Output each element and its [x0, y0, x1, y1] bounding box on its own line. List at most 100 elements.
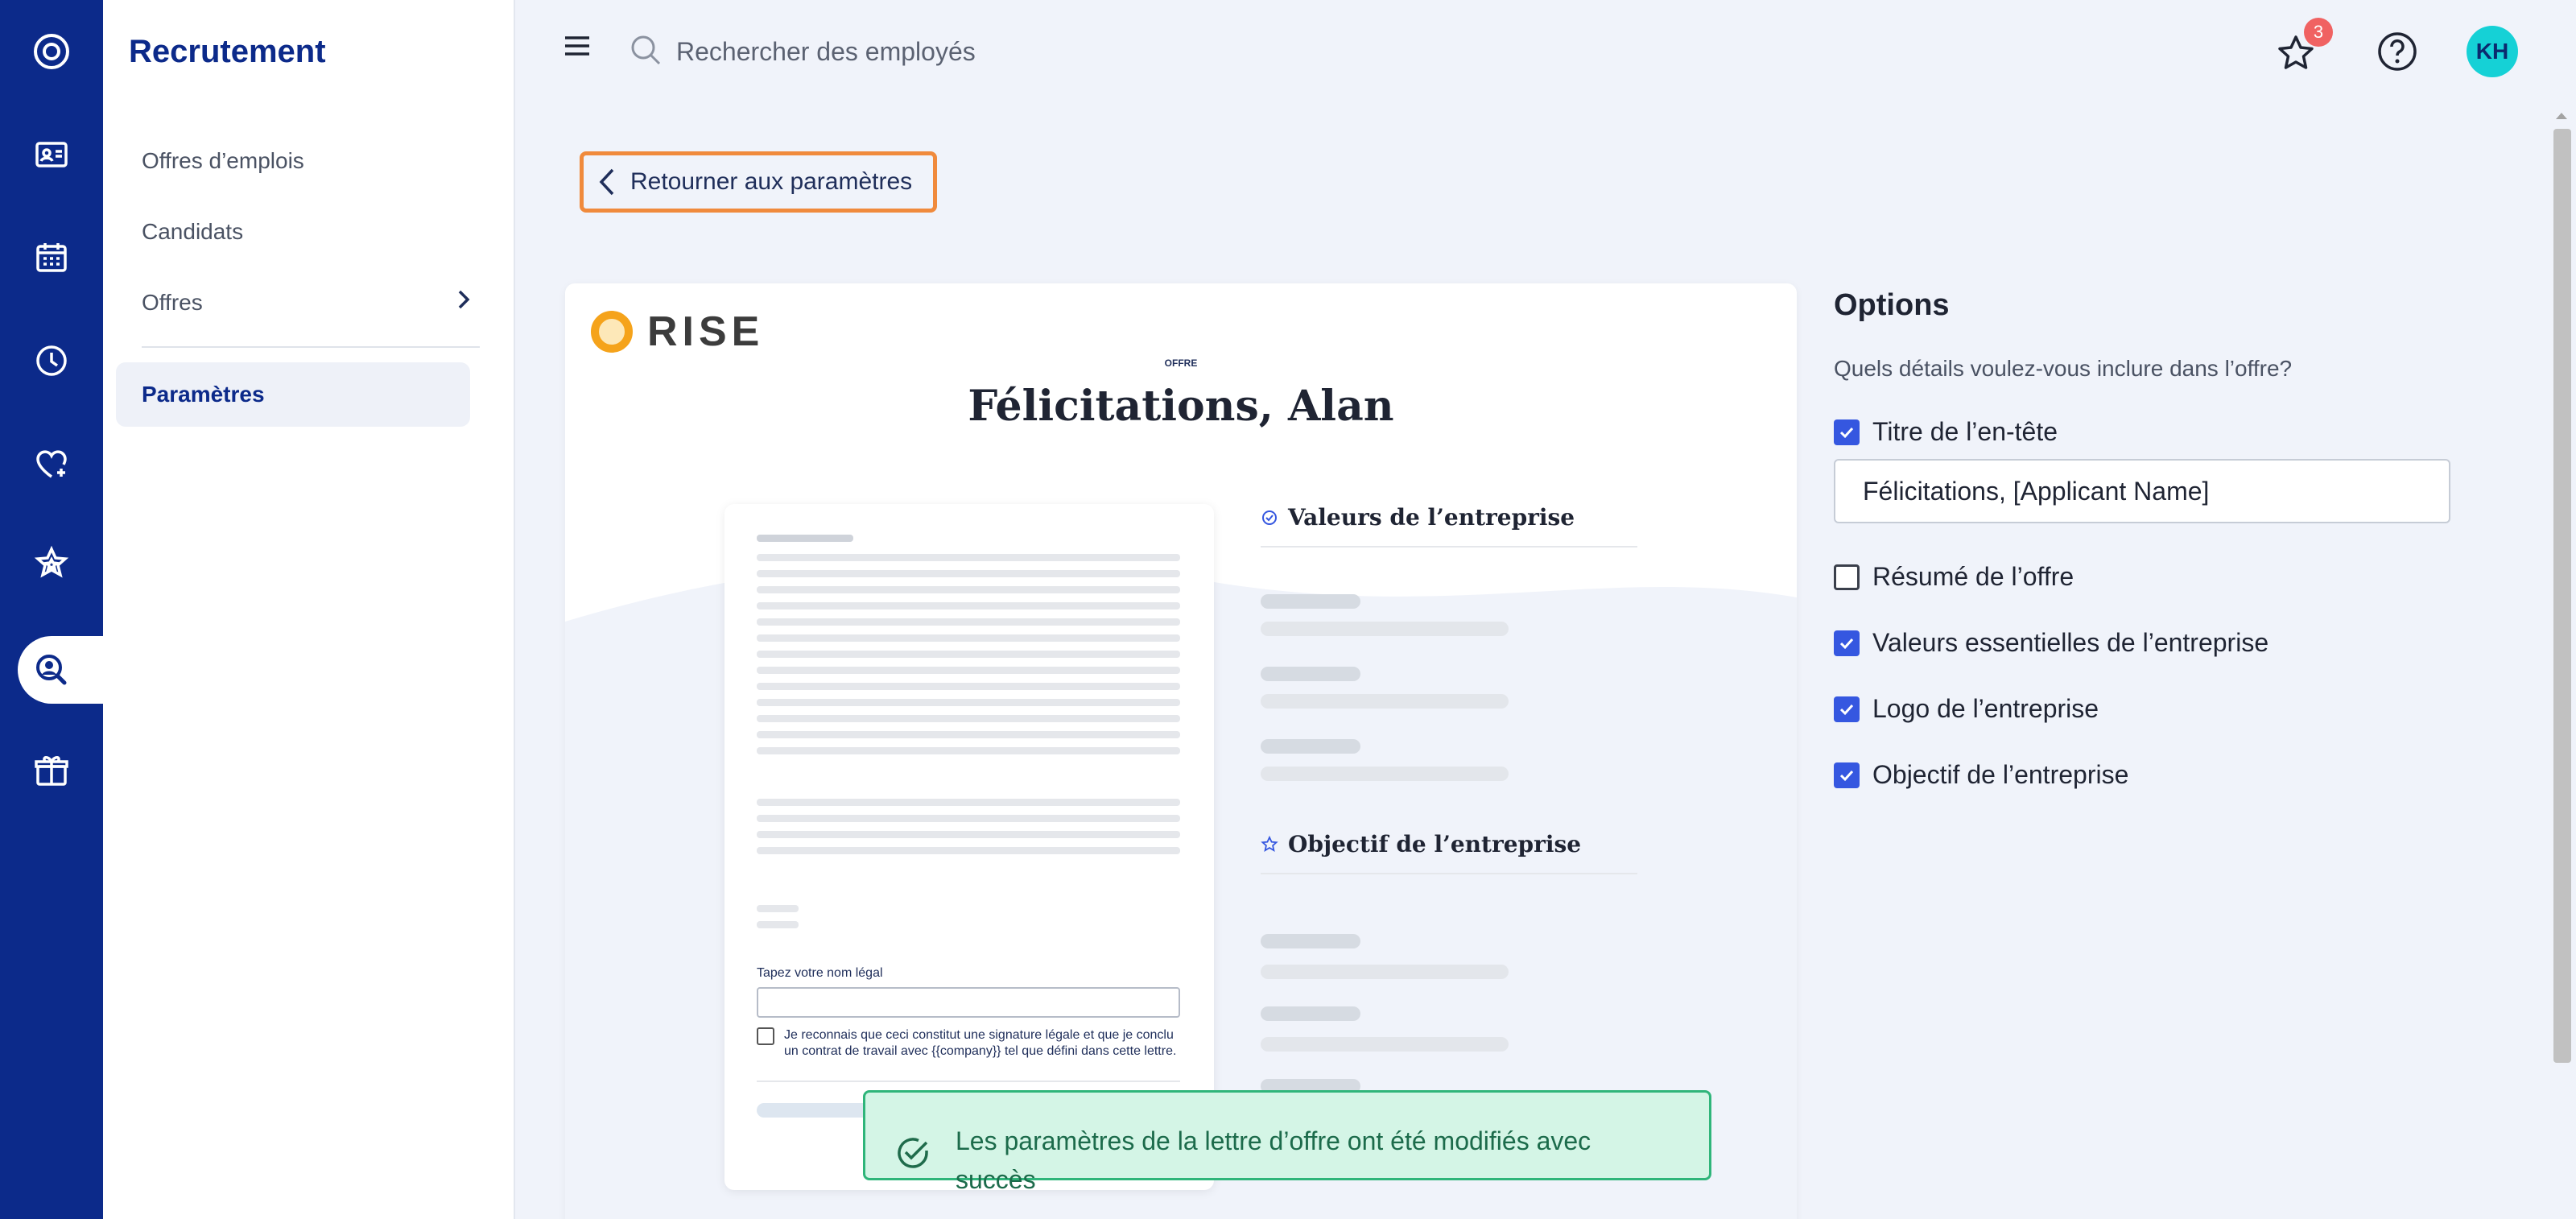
text-placeholder: [757, 667, 1180, 674]
back-to-settings-button[interactable]: Retourner aux paramètres: [580, 151, 937, 213]
text-placeholder: [757, 651, 1180, 658]
company-values-section: Valeurs de l’entreprise: [1261, 504, 1575, 531]
text-placeholder: [1261, 1037, 1509, 1052]
option-header-title[interactable]: Titre de l’en-tête: [1834, 417, 2058, 447]
option-offer-summary[interactable]: Résumé de l’offre: [1834, 562, 2074, 592]
text-placeholder: [757, 634, 1180, 642]
sidebar-item-settings[interactable]: Paramètres: [116, 362, 470, 427]
recruitment-search-icon[interactable]: [19, 638, 84, 702]
signature-label: Tapez votre nom légal: [757, 966, 883, 980]
search-icon: [631, 35, 661, 65]
sidebar-title: Recrutement: [129, 34, 326, 69]
back-button-label: Retourner aux paramètres: [630, 168, 913, 195]
signature-input-preview: [757, 987, 1180, 1018]
check-icon: [1839, 427, 1854, 438]
app-rail: [0, 0, 103, 1219]
logo-circle-icon: [591, 311, 633, 353]
check-icon: [1839, 638, 1854, 649]
text-placeholder: [757, 683, 1180, 690]
check-icon: [1839, 704, 1854, 715]
text-placeholder: [1261, 934, 1360, 948]
section-divider: [1261, 873, 1637, 874]
company-values-title: Valeurs de l’entreprise: [1288, 504, 1575, 531]
checkbox-checked[interactable]: [1834, 696, 1860, 722]
checkbox-checked[interactable]: [1834, 419, 1860, 445]
text-placeholder: [757, 618, 1180, 626]
text-placeholder: [757, 921, 799, 928]
check-circle-icon: [898, 1138, 928, 1168]
signature-divider: [757, 1081, 1180, 1082]
heart-plus-icon[interactable]: [19, 432, 84, 496]
scrollbar-thumb[interactable]: [2553, 129, 2571, 1063]
header-title-input[interactable]: [1834, 459, 2450, 523]
text-placeholder: [1261, 767, 1509, 781]
toast-message: Les paramètres de la lettre d’offre ont …: [956, 1126, 1591, 1194]
option-label: Valeurs essentielles de l’entreprise: [1872, 628, 2269, 657]
gift-box-icon[interactable]: [19, 739, 84, 804]
recruitment-sidebar: Recrutement Offres d’emplois Candidats O…: [103, 0, 515, 1219]
employee-search-input[interactable]: [676, 31, 1159, 72]
text-placeholder: [1261, 594, 1360, 609]
scroll-up-arrow-icon[interactable]: [2553, 110, 2570, 122]
notification-badge: 3: [2304, 18, 2333, 47]
option-company-values[interactable]: Valeurs essentielles de l’entreprise: [1834, 628, 2268, 658]
sidebar-item-candidates[interactable]: Candidats: [142, 219, 243, 245]
sidebar-item-job-offers[interactable]: Offres d’emplois: [142, 148, 304, 174]
company-logo: RISE: [591, 308, 764, 356]
signature-acknowledgement: Je reconnais que ceci constitut une sign…: [784, 1028, 1177, 1058]
offer-letter-preview: RISE OFFRE Félicitations, Alan Tapez vot…: [565, 283, 1797, 1219]
text-placeholder: [1261, 1006, 1360, 1021]
checkbox-checked[interactable]: [1834, 630, 1860, 656]
option-label: Objectif de l’entreprise: [1872, 760, 2129, 789]
check-icon: [1839, 770, 1854, 781]
options-title: Options: [1834, 288, 1950, 322]
text-placeholder: [757, 715, 1180, 722]
letter-body-card: Tapez votre nom légal Je reconnais que c…: [724, 504, 1214, 1190]
star-award-icon[interactable]: [19, 531, 84, 596]
text-placeholder: [757, 535, 853, 542]
clock-icon[interactable]: [19, 329, 84, 393]
text-placeholder: [757, 554, 1180, 561]
text-placeholder: [1261, 739, 1360, 754]
option-label: Logo de l’entreprise: [1872, 694, 2099, 723]
sidebar-divider: [142, 346, 480, 348]
app-logo-icon[interactable]: [19, 19, 84, 84]
logo-text: RISE: [647, 308, 765, 355]
text-placeholder: [757, 731, 1180, 738]
text-placeholder: [757, 602, 1180, 610]
chevron-left-icon: [599, 168, 614, 196]
check-badge-icon: [1262, 510, 1277, 525]
star-outline-icon: [1261, 835, 1278, 852]
text-placeholder: [757, 815, 1180, 822]
text-placeholder: [757, 747, 1180, 754]
success-toast[interactable]: Les paramètres de la lettre d’offre ont …: [863, 1090, 1711, 1194]
sidebar-item-offers[interactable]: Offres: [142, 290, 203, 316]
text-placeholder: [1261, 694, 1509, 709]
user-avatar[interactable]: KH: [2467, 26, 2518, 77]
text-placeholder: [757, 699, 1180, 706]
help-icon[interactable]: [2376, 31, 2418, 72]
company-objective-title: Objectif de l’entreprise: [1288, 831, 1582, 857]
text-placeholder: [757, 831, 1180, 838]
menu-icon[interactable]: [564, 35, 591, 56]
sidebar-item-settings-label: Paramètres: [142, 382, 265, 407]
section-divider: [1261, 546, 1637, 548]
text-placeholder: [757, 847, 1180, 854]
option-company-objective[interactable]: Objectif de l’entreprise: [1834, 760, 2128, 790]
text-placeholder: [757, 799, 1180, 806]
calendar-icon[interactable]: [19, 225, 84, 290]
option-company-logo[interactable]: Logo de l’entreprise: [1834, 694, 2099, 724]
text-placeholder: [1261, 965, 1509, 979]
signature-checkbox-preview: [757, 1027, 774, 1045]
checkbox-unchecked[interactable]: [1834, 564, 1860, 590]
checkbox-checked[interactable]: [1834, 762, 1860, 788]
offer-title: Félicitations, Alan: [968, 382, 1394, 431]
chevron-right-icon[interactable]: [454, 288, 473, 311]
text-placeholder: [757, 905, 799, 912]
options-subtitle: Quels détails voulez-vous inclure dans l…: [1834, 356, 2293, 381]
option-label: Résumé de l’offre: [1872, 562, 2074, 591]
text-placeholder: [757, 570, 1180, 577]
offer-eyebrow: OFFRE: [1164, 357, 1198, 369]
text-placeholder: [757, 586, 1180, 593]
id-card-icon[interactable]: [19, 122, 84, 187]
